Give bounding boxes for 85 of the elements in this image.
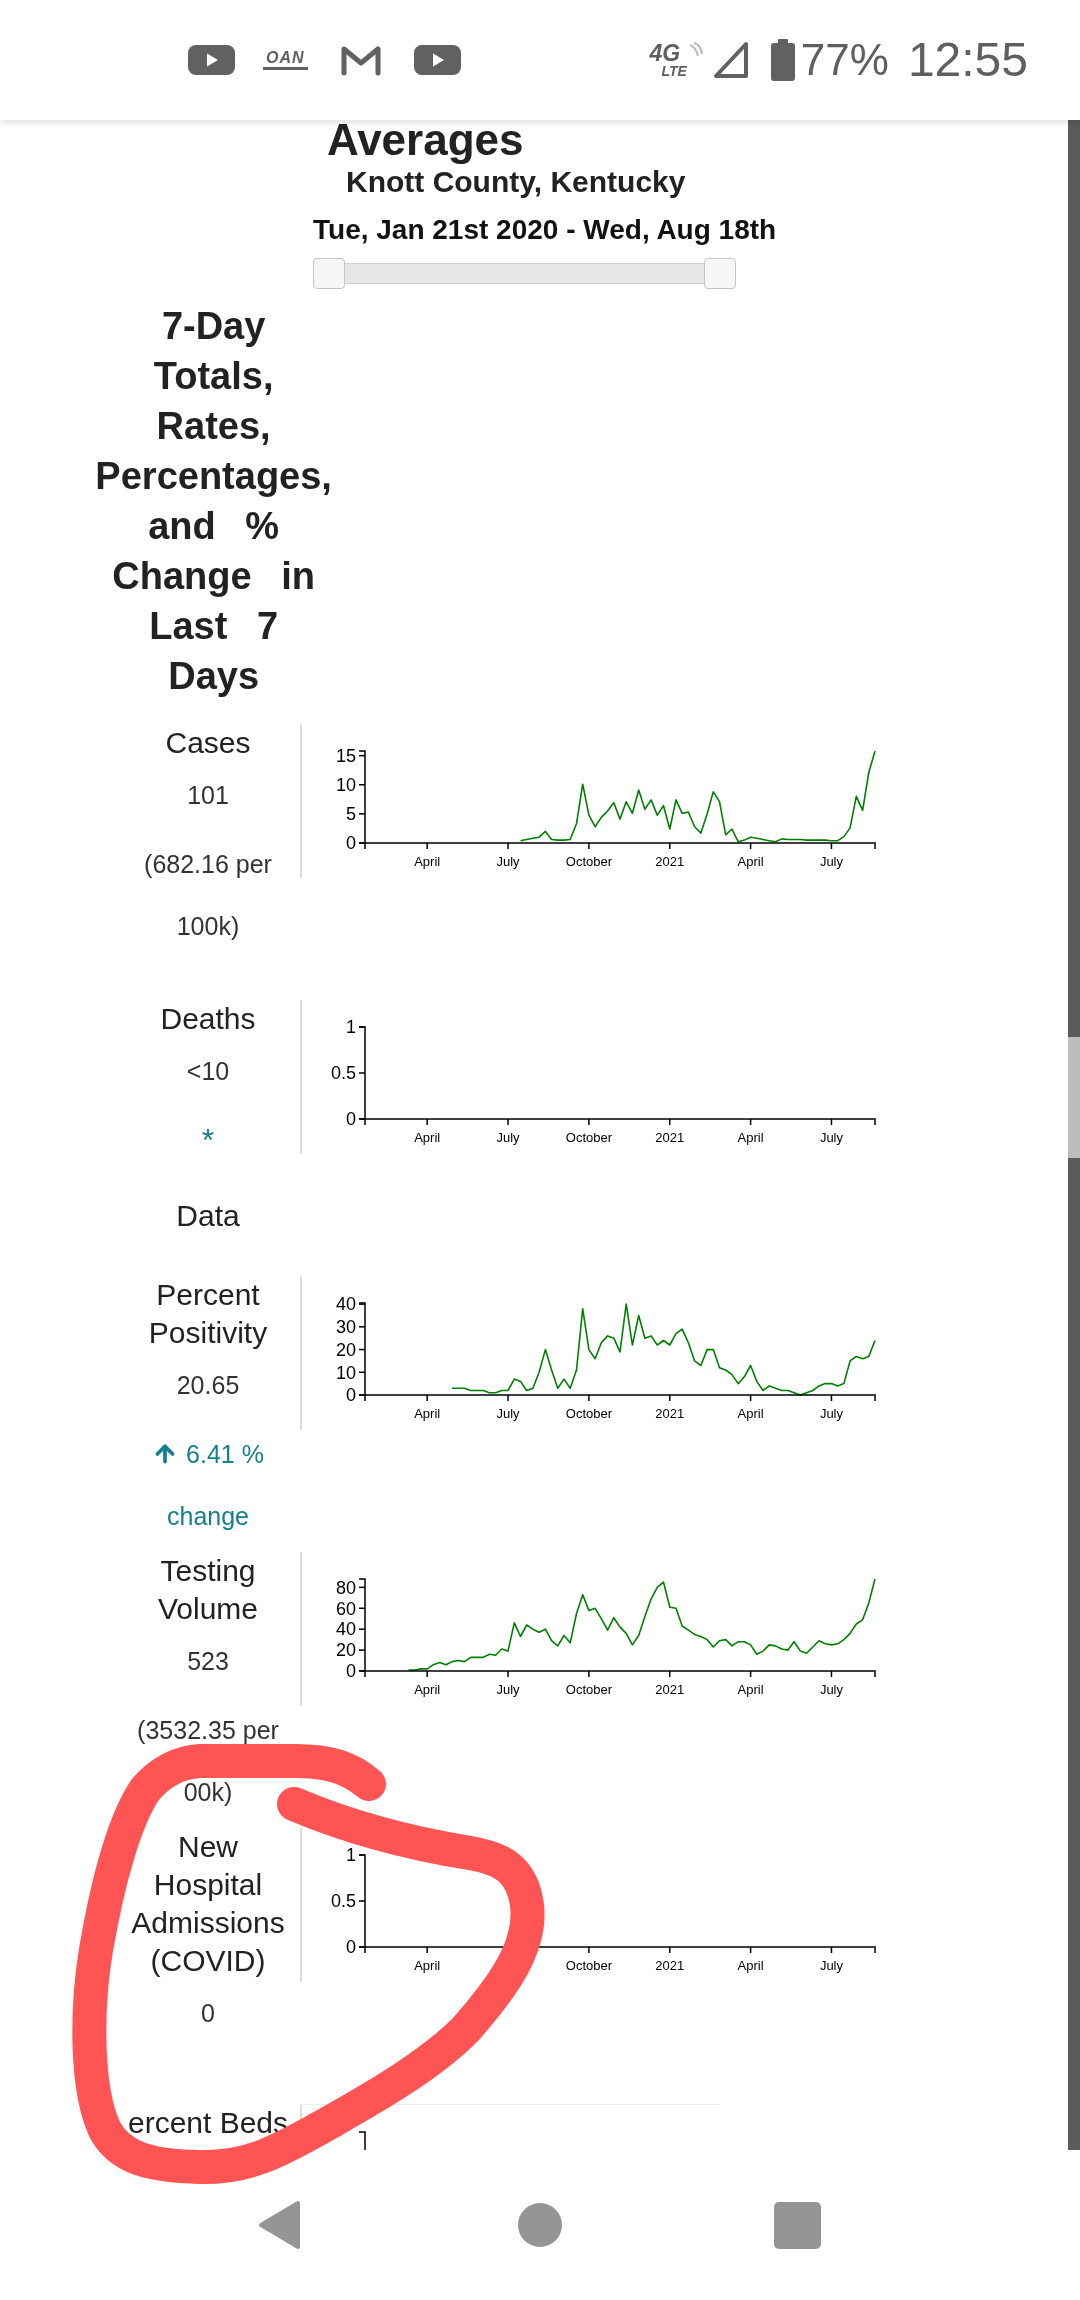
- y-tick-label: 0.5: [330, 1891, 356, 1912]
- date-range-slider[interactable]: [313, 258, 736, 289]
- y-tick-label: 60: [335, 1598, 356, 1619]
- x-tick-label: July: [819, 1406, 844, 1421]
- x-tick-label: July: [496, 1682, 520, 1697]
- cell-signal-icon: [712, 41, 749, 79]
- x-tick-label: April: [414, 1682, 441, 1697]
- metric-label: New Hospital Admissions (COVID): [130, 1829, 286, 1979]
- y-tick-label: 15: [335, 745, 356, 766]
- x-tick-label: 2021: [655, 1682, 685, 1697]
- footnote-link[interactable]: *: [201, 1122, 215, 1158]
- back-triangle-icon: [257, 2200, 301, 2250]
- metric-value: 101: [187, 780, 229, 811]
- x-tick-label: April: [737, 1958, 764, 1973]
- slider-handle[interactable]: [313, 258, 345, 289]
- y-tick-label: 0: [346, 1385, 356, 1406]
- metric-label: Percent Positivity: [147, 1277, 269, 1351]
- y-tick-label: 0: [346, 833, 356, 854]
- y-tick-label: 0: [346, 1937, 356, 1958]
- network-generation: 4G: [649, 41, 681, 64]
- x-tick-label: July: [496, 1130, 520, 1145]
- battery-icon: [770, 39, 795, 81]
- rate-text: (682.16 per 100k): [143, 849, 273, 942]
- x-tick-label: October: [565, 1958, 613, 1973]
- x-tick-label: October: [565, 854, 613, 869]
- y-tick-label: 20: [335, 1339, 356, 1360]
- y-tick-label: 40: [335, 1294, 356, 1315]
- slider-handle[interactable]: [704, 258, 736, 289]
- video-play-icon: [188, 45, 235, 75]
- percent-change: 6.41 % change: [167, 1440, 264, 1530]
- x-tick-label: 2021: [655, 1958, 685, 1973]
- y-tick-label: 1: [346, 1845, 356, 1866]
- recents-square-icon: [773, 2201, 821, 2249]
- battery-percent: 77%: [800, 35, 889, 85]
- x-tick-label: 2021: [655, 1406, 685, 1421]
- x-tick-label: 2021: [655, 1130, 685, 1145]
- news-app-logo: OAN: [263, 50, 308, 70]
- x-tick-label: July: [819, 1958, 844, 1973]
- x-tick-label: April: [414, 1406, 441, 1421]
- y-tick-label: 1: [346, 1017, 356, 1038]
- x-tick-label: April: [737, 854, 764, 869]
- x-tick-label: July: [819, 854, 844, 869]
- x-tick-label: July: [819, 1130, 844, 1145]
- x-tick-label: 2021: [655, 854, 685, 869]
- y-tick-label: 0.5: [330, 1063, 356, 1084]
- section-heading: 7-Day Totals, Rates, Percentages, and % Change in Last 7 Days: [94, 304, 333, 699]
- metric-value: 523: [187, 1646, 229, 1677]
- y-tick-label: 20: [335, 1640, 356, 1661]
- y-tick-label: 40: [335, 1619, 356, 1640]
- metric-label: Deaths: [160, 1001, 256, 1037]
- metric-label: Testing Volume: [156, 1553, 260, 1627]
- x-tick-label: October: [565, 1406, 613, 1421]
- date-range-text: Tue, Jan 21st 2020 - Wed, Aug 18th: [313, 213, 777, 247]
- network-type: LTE: [661, 63, 687, 79]
- y-tick-label: 80: [335, 1577, 356, 1598]
- note-text: Data: [176, 1198, 240, 1234]
- x-tick-label: April: [414, 1130, 441, 1145]
- metric-value: 20.65: [176, 1370, 240, 1401]
- x-tick-label: July: [819, 1682, 844, 1697]
- x-tick-label: April: [414, 1958, 441, 1973]
- x-tick-label: April: [414, 854, 441, 869]
- video-play-icon: [413, 45, 461, 75]
- clock-time: 12:55: [907, 35, 1028, 85]
- y-tick-label: 10: [335, 775, 356, 796]
- x-tick-label: April: [737, 1130, 764, 1145]
- y-tick-label: 30: [335, 1317, 356, 1338]
- x-tick-label: July: [496, 854, 520, 869]
- location-subtitle: Knott County, Kentucky: [346, 164, 686, 200]
- x-tick-label: April: [737, 1682, 764, 1697]
- y-axis: [358, 2131, 366, 2150]
- rate-text: (3532.35 per 00k): [136, 1715, 280, 1808]
- metric-value: 0: [201, 1998, 215, 2029]
- y-tick-label: 0: [346, 1109, 356, 1130]
- x-tick-label: July: [496, 1406, 520, 1421]
- metric-label: ercent Beds: [127, 2105, 289, 2141]
- y-tick-label: 10: [335, 1362, 356, 1383]
- metric-label: Cases: [165, 725, 251, 761]
- y-tick-label: 0: [346, 1661, 356, 1682]
- x-tick-label: October: [565, 1682, 613, 1697]
- metric-value: <10: [186, 1056, 230, 1087]
- x-tick-label: April: [737, 1406, 764, 1421]
- home-circle-icon: [518, 2203, 562, 2247]
- y-tick-label: 5: [346, 804, 356, 825]
- x-tick-label: October: [565, 1130, 613, 1145]
- letter-m-icon: [339, 44, 382, 76]
